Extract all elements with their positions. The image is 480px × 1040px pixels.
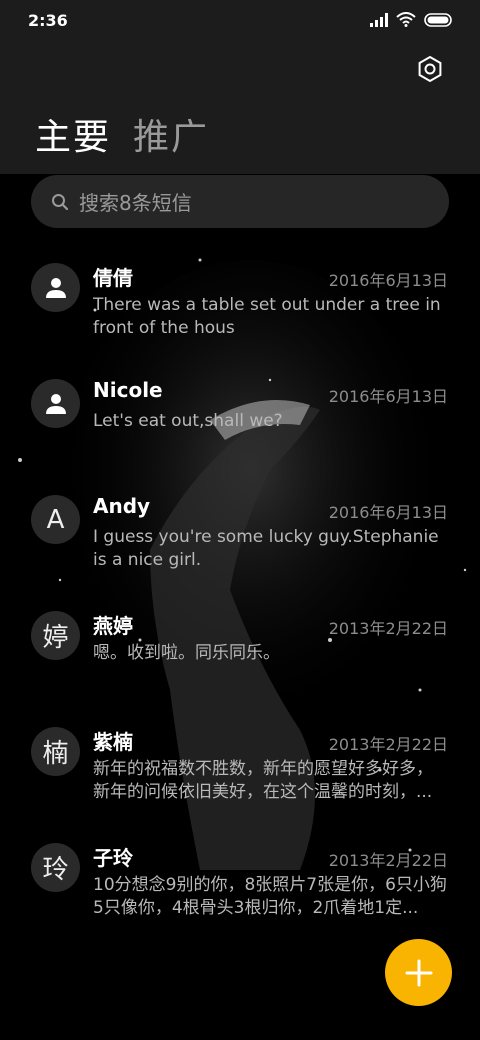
search-placeholder: 搜索8条短信	[79, 191, 192, 215]
message-snippet: There was a table set out under a tree i…	[93, 295, 441, 338]
avatar: A	[31, 495, 80, 544]
avatar: 婷	[31, 611, 80, 660]
tab-bar: 主要 推广	[35, 108, 209, 160]
message-date: 2013年2月22日	[328, 619, 448, 638]
message-snippet: 新年的祝福数不胜数，新年的愿望好多好多，新年的问候依旧美好，在这个温馨的时刻，.…	[93, 759, 433, 802]
message-snippet: 10分想念9别的你，8张照片7张是你，6只小狗5只像你，4根骨头3根归你，2爪着…	[93, 875, 447, 918]
settings-button[interactable]	[416, 55, 444, 83]
search-icon	[52, 193, 69, 210]
status-bar: 2:36	[0, 0, 480, 40]
person-icon	[45, 393, 66, 414]
conversation-item[interactable]: 倩倩 2016年6月13日 There was a table set out …	[0, 250, 480, 366]
contact-name: Nicole	[93, 378, 163, 402]
contact-name: 紫楠	[93, 730, 133, 754]
conversation-list: 倩倩 2016年6月13日 There was a table set out …	[0, 250, 480, 946]
signal-icon	[370, 12, 388, 27]
settings-icon	[418, 55, 442, 83]
tab-promotions[interactable]: 推广	[133, 108, 209, 160]
conversation-item[interactable]: 玲 子玲 2013年2月22日 10分想念9别的你，8张照片7张是你，6只小狗5…	[0, 830, 480, 946]
message-snippet: I guess you're some lucky guy.Stephanie …	[93, 527, 439, 570]
avatar	[31, 263, 80, 312]
tab-main[interactable]: 主要	[35, 108, 111, 160]
avatar: 玲	[31, 843, 80, 892]
message-snippet: Let's eat out,shall we?	[93, 411, 283, 431]
contact-name: 倩倩	[93, 266, 133, 290]
avatar	[31, 379, 80, 428]
message-date: 2016年6月13日	[328, 271, 448, 290]
conversation-item[interactable]: Nicole 2016年6月13日 Let's eat out,shall we…	[0, 366, 480, 482]
conversation-item[interactable]: A Andy 2016年6月13日 I guess you're some lu…	[0, 482, 480, 598]
plus-icon	[405, 959, 432, 986]
avatar: 楠	[31, 727, 80, 776]
wifi-icon	[396, 12, 416, 27]
search-bar[interactable]: 搜索8条短信	[31, 175, 449, 228]
conversation-item[interactable]: 楠 紫楠 2013年2月22日 新年的祝福数不胜数，新年的愿望好多好多，新年的问…	[0, 714, 480, 830]
person-icon	[45, 277, 66, 298]
conversation-item[interactable]: 婷 燕婷 2013年2月22日 嗯。收到啦。同乐同乐。	[0, 598, 480, 714]
battery-icon	[424, 12, 452, 27]
message-date: 2013年2月22日	[328, 851, 448, 870]
status-icons	[370, 12, 454, 27]
message-date: 2016年6月13日	[328, 387, 448, 406]
message-date: 2016年6月13日	[328, 503, 448, 522]
contact-name: 子玲	[93, 846, 133, 870]
new-message-button[interactable]	[385, 939, 452, 1006]
status-time: 2:36	[28, 11, 68, 30]
message-date: 2013年2月22日	[328, 735, 448, 754]
contact-name: Andy	[93, 494, 151, 518]
message-snippet: 嗯。收到啦。同乐同乐。	[93, 643, 280, 663]
contact-name: 燕婷	[93, 614, 133, 638]
